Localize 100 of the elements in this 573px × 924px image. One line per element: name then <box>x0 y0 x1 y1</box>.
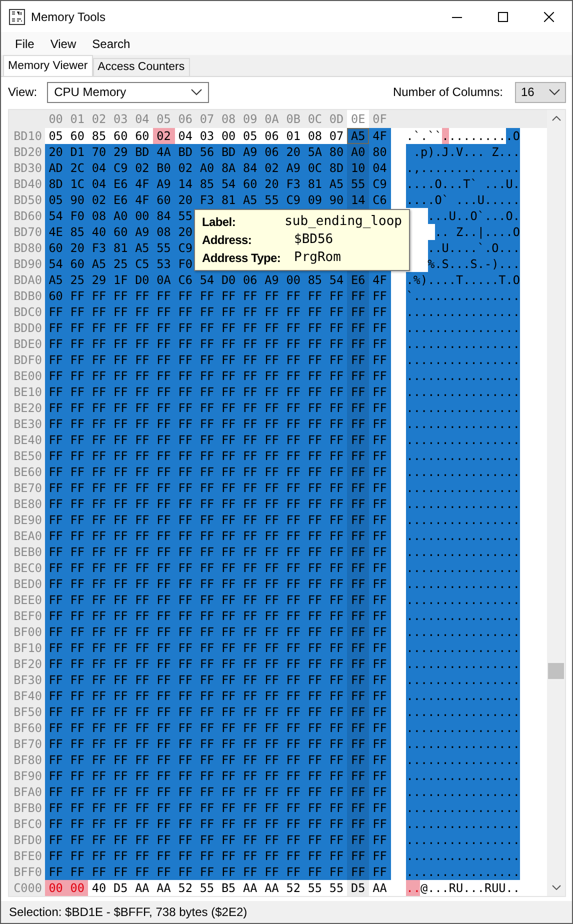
hex-cell[interactable]: FF <box>110 832 132 848</box>
hex-cell[interactable]: FF <box>45 480 67 496</box>
hex-cell[interactable]: FF <box>260 368 283 384</box>
hex-cell[interactable]: FF <box>368 448 390 464</box>
hex-cell[interactable]: FF <box>88 720 110 736</box>
hex-cell[interactable]: 60 <box>45 288 67 304</box>
hex-cell[interactable]: FF <box>88 576 110 592</box>
hex-cell[interactable]: FF <box>326 480 348 496</box>
hex-cell[interactable]: FF <box>45 640 67 656</box>
hex-cell[interactable]: FF <box>196 400 218 416</box>
hex-cell[interactable]: BD <box>218 144 240 160</box>
hex-cell[interactable]: FF <box>152 496 175 512</box>
hex-cell[interactable]: FF <box>110 304 132 320</box>
hex-cell[interactable]: AA <box>152 880 175 896</box>
hex-cell[interactable]: FF <box>239 544 261 560</box>
hex-cell[interactable]: FF <box>239 352 261 368</box>
hex-cell[interactable]: FF <box>260 544 283 560</box>
hex-cell[interactable]: FF <box>260 656 283 672</box>
hex-cell[interactable]: FF <box>218 656 240 672</box>
hex-cell[interactable]: FF <box>110 464 132 480</box>
hex-cell[interactable]: FF <box>66 432 88 448</box>
hex-cell[interactable]: FF <box>282 784 304 800</box>
hex-cell[interactable]: FF <box>66 480 88 496</box>
hex-cell[interactable]: FF <box>66 816 88 832</box>
hex-cell[interactable]: FF <box>88 288 110 304</box>
hex-cell[interactable]: FF <box>45 384 67 400</box>
hex-cell[interactable]: FF <box>152 736 175 752</box>
hex-cell[interactable]: FF <box>110 784 132 800</box>
hex-cell[interactable]: 04 <box>368 160 390 176</box>
hex-cell[interactable]: FF <box>347 720 369 736</box>
hex-cell[interactable]: FF <box>304 512 326 528</box>
hex-cell[interactable]: FF <box>326 688 348 704</box>
hex-cell[interactable]: C9 <box>282 192 304 208</box>
hex-cell[interactable]: FF <box>131 624 153 640</box>
hex-cell[interactable]: 02 <box>131 160 153 176</box>
hex-cell[interactable]: FF <box>45 752 67 768</box>
hex-cell[interactable]: 07 <box>326 128 348 144</box>
hex-cell[interactable]: 90 <box>66 192 88 208</box>
hex-cell[interactable]: FF <box>152 384 175 400</box>
hex-cell[interactable]: FF <box>326 736 348 752</box>
hex-cell[interactable]: FF <box>88 640 110 656</box>
hex-cell[interactable]: FF <box>326 496 348 512</box>
hex-cell[interactable]: 06 <box>239 272 261 288</box>
hex-cell[interactable]: A9 <box>152 176 175 192</box>
hex-cell[interactable]: FF <box>196 304 218 320</box>
hex-cell[interactable]: FF <box>66 384 88 400</box>
hex-cell[interactable]: 40 <box>88 880 110 896</box>
hex-cell[interactable]: FF <box>196 576 218 592</box>
hex-cell[interactable]: B0 <box>152 160 175 176</box>
hex-cell[interactable]: FF <box>368 480 390 496</box>
hex-cell[interactable]: FF <box>326 864 348 880</box>
hex-cell[interactable]: 55 <box>152 240 175 256</box>
hex-cell[interactable]: FF <box>88 304 110 320</box>
hex-cell[interactable]: FF <box>368 656 390 672</box>
hex-cell[interactable]: 20 <box>282 144 304 160</box>
hex-cell[interactable]: FF <box>45 352 67 368</box>
hex-cell[interactable]: FF <box>88 768 110 784</box>
hex-cell[interactable]: FF <box>152 672 175 688</box>
hex-cell[interactable]: FF <box>368 400 390 416</box>
hex-cell[interactable]: FF <box>347 784 369 800</box>
hex-cell[interactable]: A5 <box>45 272 67 288</box>
hex-cell[interactable]: AD <box>45 160 67 176</box>
hex-cell[interactable]: FF <box>110 704 132 720</box>
hex-cell[interactable]: FF <box>239 656 261 672</box>
hex-cell[interactable]: FF <box>304 720 326 736</box>
hex-cell[interactable]: FF <box>326 624 348 640</box>
menu-item[interactable]: File <box>7 32 42 54</box>
hex-cell[interactable]: 81 <box>304 176 326 192</box>
hex-cell[interactable]: FF <box>347 608 369 624</box>
hex-cell[interactable]: FF <box>131 512 153 528</box>
hex-cell[interactable]: FF <box>326 400 348 416</box>
hex-cell[interactable]: FF <box>260 592 283 608</box>
hex-cell[interactable]: FF <box>110 800 132 816</box>
hex-cell[interactable]: AA <box>368 880 390 896</box>
hex-cell[interactable]: FF <box>174 320 196 336</box>
hex-cell[interactable]: 60 <box>110 128 132 144</box>
hex-cell[interactable]: FF <box>218 752 240 768</box>
hex-cell[interactable]: AA <box>239 880 261 896</box>
hex-cell[interactable]: FF <box>347 512 369 528</box>
hex-cell[interactable]: FF <box>282 336 304 352</box>
hex-cell[interactable]: FF <box>326 608 348 624</box>
hex-cell[interactable]: FF <box>326 528 348 544</box>
hex-cell[interactable]: FF <box>66 592 88 608</box>
hex-cell[interactable]: FF <box>239 528 261 544</box>
hex-cell[interactable]: FF <box>152 832 175 848</box>
hex-cell[interactable]: FF <box>131 768 153 784</box>
hex-cell[interactable]: FF <box>45 512 67 528</box>
hex-cell[interactable]: FF <box>304 688 326 704</box>
hex-cell[interactable]: FF <box>282 352 304 368</box>
hex-cell[interactable]: FF <box>174 368 196 384</box>
hex-cell[interactable]: FF <box>347 464 369 480</box>
hex-cell[interactable]: FF <box>260 704 283 720</box>
hex-cell[interactable]: FF <box>347 544 369 560</box>
hex-cell[interactable]: BD <box>174 144 196 160</box>
hex-cell[interactable]: FF <box>45 432 67 448</box>
hex-cell[interactable]: FF <box>110 544 132 560</box>
hex-cell[interactable]: FF <box>152 768 175 784</box>
hex-cell[interactable]: FF <box>152 544 175 560</box>
hex-cell[interactable]: FF <box>368 384 390 400</box>
hex-cell[interactable]: 08 <box>152 224 175 240</box>
